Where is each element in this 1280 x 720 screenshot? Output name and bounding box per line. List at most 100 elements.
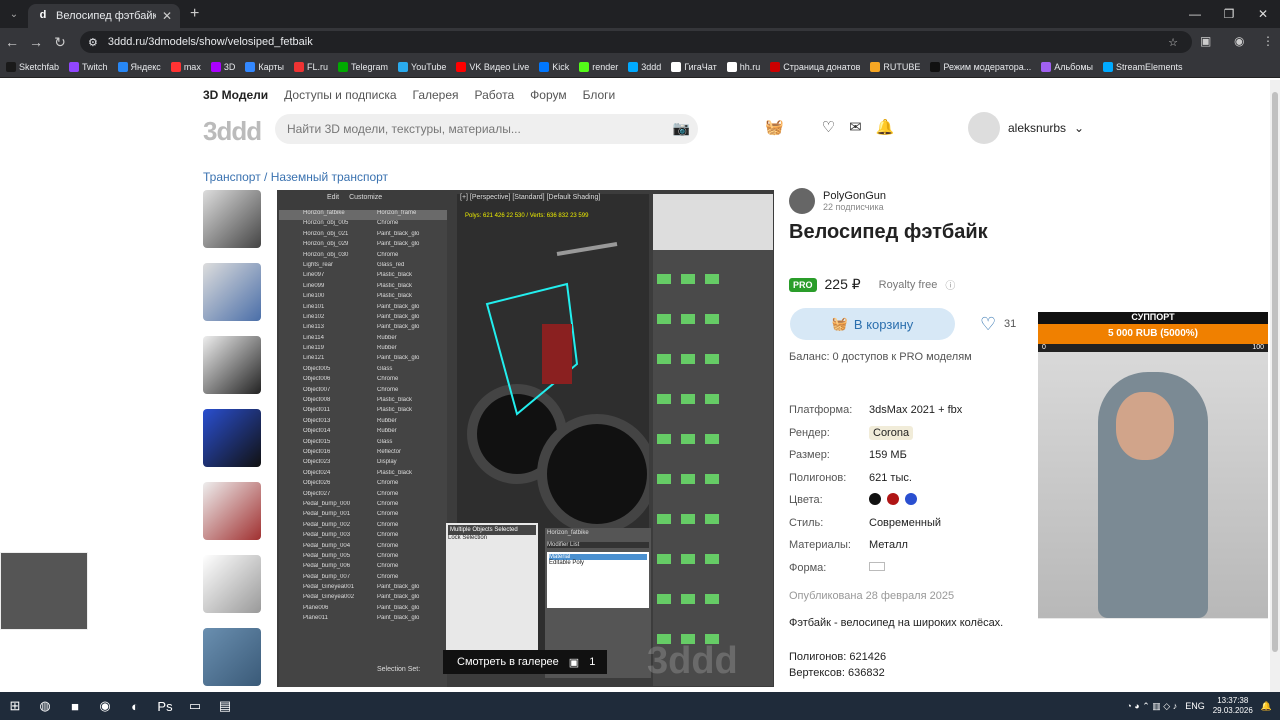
scene-row[interactable]: Line097 Plastic_black <box>279 272 447 282</box>
like-icon[interactable]: ♡ <box>980 314 996 335</box>
site-menu-item[interactable]: Работа <box>475 88 515 102</box>
scene-row[interactable]: Object005 Glass <box>279 366 447 376</box>
tray-icons[interactable]: ◔ ◕ ⌃ ▥ ◇ ♪ <box>1126 701 1177 712</box>
bookmark-item[interactable]: VK Видео Live <box>456 61 529 72</box>
favorites-icon[interactable]: ♡ <box>822 118 835 136</box>
scene-row[interactable]: Pedal_bump_006 Chrome <box>279 563 447 573</box>
bookmark-item[interactable]: FL.ru <box>294 61 328 72</box>
scene-row[interactable]: Horizon_obj_030 Chrome <box>279 252 447 262</box>
scene-row[interactable]: Horizon_fatbike Horizon_frame <box>279 210 447 221</box>
minimize-icon[interactable]: — <box>1178 0 1212 28</box>
browser-tab[interactable]: d Велосипед фэтбайк - Наземн ✕ <box>28 4 180 28</box>
modifier-list[interactable]: Modifier List <box>547 542 649 548</box>
search-input[interactable]: Найти 3D модели, текстуры, материалы... … <box>275 114 698 144</box>
app-icon[interactable]: ▤ <box>210 698 240 714</box>
scrollbar[interactable] <box>1270 80 1280 692</box>
lock-selection[interactable]: Lock Selection <box>448 535 536 541</box>
bookmark-item[interactable]: Sketchfab <box>6 61 59 72</box>
language[interactable]: ENG <box>1185 701 1205 711</box>
scene-row[interactable]: Line114 Rubber <box>279 335 447 345</box>
scene-row[interactable]: Object026 Chrome <box>279 480 447 490</box>
user-menu[interactable]: aleksnurbs ⌄ <box>968 112 1084 144</box>
scene-row[interactable]: Object016 Reflector <box>279 449 447 459</box>
forward-icon[interactable]: → <box>24 34 48 50</box>
basket-icon[interactable]: 🧺 <box>765 118 784 136</box>
thumbnail[interactable] <box>203 409 261 467</box>
extensions-icon[interactable]: ▣ <box>1200 34 1211 48</box>
photoshop-icon[interactable]: Ps <box>150 699 180 714</box>
color-swatch[interactable] <box>887 492 899 505</box>
bookmark-item[interactable]: Карты <box>245 61 284 72</box>
model-viewer[interactable]: Edit Customize Horizon_fatbike Horizon_fr… <box>277 190 774 687</box>
breadcrumb[interactable]: Транспорт / Наземный транспорт <box>203 170 388 184</box>
scene-row[interactable]: Pedal_Gineyea001 Paint_black_glo <box>279 584 447 594</box>
scene-row[interactable]: Object006 Chrome <box>279 376 447 386</box>
scene-row[interactable]: Object027 Chrome <box>279 491 447 501</box>
close-window-icon[interactable]: ✕ <box>1246 0 1280 28</box>
bookmark-item[interactable]: 3ddd <box>628 61 661 72</box>
new-tab-button[interactable]: + <box>190 5 199 23</box>
mail-icon[interactable]: ✉ <box>849 118 862 136</box>
color-swatch[interactable] <box>905 492 917 505</box>
site-menu-item[interactable]: Форум <box>530 88 566 102</box>
chrome-icon[interactable]: ◉ <box>90 698 120 714</box>
site-menu-item[interactable]: Блоги <box>583 88 616 102</box>
scene-row[interactable]: Line121 Paint_black_glo <box>279 355 447 365</box>
scene-row[interactable]: Lights_rear Glass_red <box>279 262 447 272</box>
scene-row[interactable]: Plane011 Paint_black_glo <box>279 615 447 625</box>
tab-search-icon[interactable]: ⌄ <box>0 0 28 28</box>
scene-row[interactable]: Line113 Paint_black_glo <box>279 324 447 334</box>
scene-row[interactable]: Pedal_bump_002 Chrome <box>279 522 447 532</box>
scene-row[interactable]: Line100 Plastic_black <box>279 293 447 303</box>
scene-row[interactable]: Pedal_bump_003 Chrome <box>279 532 447 542</box>
thumbnail[interactable] <box>203 336 261 394</box>
bookmark-item[interactable]: render <box>579 61 618 72</box>
bookmark-item[interactable]: RUTUBE <box>870 61 920 72</box>
scene-row[interactable]: Horizon_obj_029 Paint_black_glo <box>279 241 447 251</box>
bookmark-item[interactable]: YouTube <box>398 61 446 72</box>
scene-row[interactable]: Pedal_bump_000 Chrome <box>279 501 447 511</box>
site-info-icon[interactable]: ⚙ <box>88 36 98 49</box>
scene-row[interactable]: Plane006 Paint_black_glo <box>279 605 447 615</box>
site-logo[interactable]: 3ddd <box>203 116 262 147</box>
scene-row[interactable]: Object024 Plastic_black <box>279 470 447 480</box>
scene-row[interactable]: Object014 Rubber <box>279 428 447 438</box>
scene-row[interactable]: Object008 Plastic_black <box>279 397 447 407</box>
bookmark-item[interactable]: Яндекс <box>117 61 161 72</box>
bookmark-item[interactable]: Kick <box>539 61 569 72</box>
scene-row[interactable]: Object023 Display <box>279 459 447 469</box>
gallery-button[interactable]: Смотреть в галерее ▣ 1 <box>443 650 607 674</box>
scene-row[interactable]: Horizon_obj_005 Chrome <box>279 220 447 230</box>
modifier-item[interactable]: Editable Poly <box>549 560 647 566</box>
color-swatch[interactable] <box>869 492 881 505</box>
address-input[interactable]: ⚙ 3ddd.ru/3dmodels/show/velosiped_fetbai… <box>80 31 1192 53</box>
bookmark-item[interactable]: Режим модератора... <box>930 61 1031 72</box>
thumbnail[interactable] <box>203 482 261 540</box>
reload-icon[interactable]: ↻ <box>48 34 72 51</box>
bell-icon[interactable]: 🔔 <box>876 118 895 136</box>
bookmark-item[interactable]: ГигаЧат <box>671 61 717 72</box>
browser-menu-icon[interactable]: ⋮ <box>1262 34 1274 48</box>
search-icon[interactable]: ◍ <box>30 698 60 714</box>
scene-row[interactable]: Pedal_bump_004 Chrome <box>279 543 447 553</box>
thumbnail[interactable] <box>203 190 261 248</box>
bookmark-item[interactable]: Страница донатов <box>770 61 860 72</box>
add-to-cart-button[interactable]: 🧺 В корзину <box>790 308 955 340</box>
site-menu-item[interactable]: 3D Модели <box>203 88 268 102</box>
thumbnail[interactable] <box>203 628 261 686</box>
scene-row[interactable]: Object011 Plastic_black <box>279 407 447 417</box>
restore-icon[interactable]: ❐ <box>1212 0 1246 28</box>
scene-row[interactable]: Line102 Paint_black_glo <box>279 314 447 324</box>
windows-start-icon[interactable]: ⊞ <box>0 698 30 714</box>
info-icon[interactable]: ⓘ <box>945 277 955 292</box>
site-menu-item[interactable]: Галерея <box>413 88 459 102</box>
scene-row[interactable]: Object015 Glass <box>279 439 447 449</box>
folder-icon[interactable]: ▭ <box>180 698 210 714</box>
clock[interactable]: 13:37:38 29.03.2026 <box>1213 696 1253 716</box>
scene-row[interactable]: Horizon_obj_021 Paint_black_glo <box>279 231 447 241</box>
scene-row[interactable]: Object007 Chrome <box>279 387 447 397</box>
thumbnail[interactable] <box>203 555 261 613</box>
site-menu-item[interactable]: Доступы и подписка <box>284 88 396 102</box>
bookmark-item[interactable]: 3D <box>210 61 235 72</box>
bookmark-item[interactable]: Telegram <box>338 61 388 72</box>
